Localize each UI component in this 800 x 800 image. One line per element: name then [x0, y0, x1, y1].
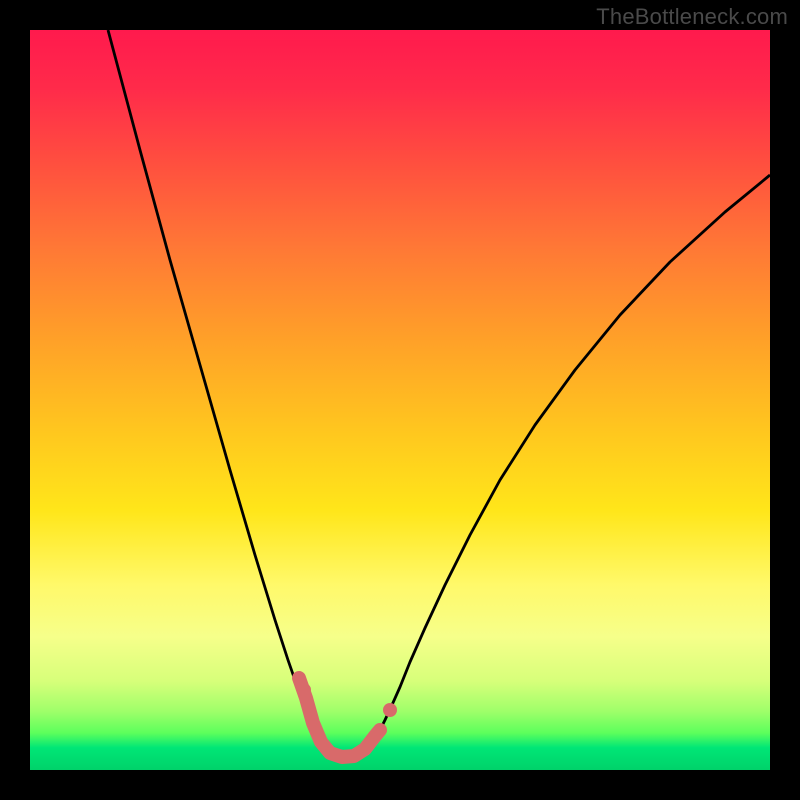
- curve-layer: [30, 30, 770, 770]
- plot-area: [30, 30, 770, 770]
- dot-right-detached: [383, 703, 397, 717]
- valley-floor-highlight: [299, 678, 380, 757]
- bottleneck-curve: [108, 30, 770, 757]
- watermark-text: TheBottleneck.com: [596, 4, 788, 30]
- chart-frame: TheBottleneck.com: [0, 0, 800, 800]
- dot-left-inner: [297, 683, 311, 697]
